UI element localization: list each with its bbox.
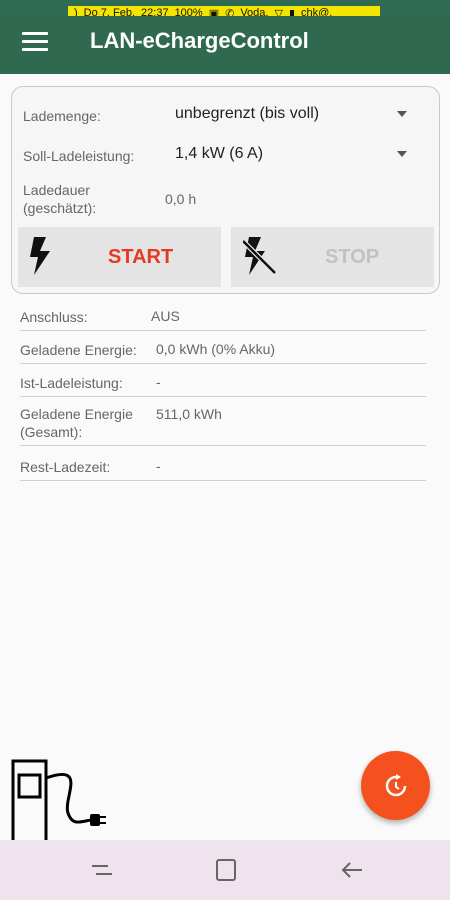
refresh-icon xyxy=(385,774,407,797)
back-icon[interactable] xyxy=(338,858,366,882)
hamburger-icon[interactable] xyxy=(22,32,48,54)
stop-label: STOP xyxy=(325,246,380,268)
power-label: Soll-Ladeleistung: xyxy=(23,148,135,164)
info-label: Geladene Energie: xyxy=(20,342,137,358)
home-icon[interactable] xyxy=(212,858,240,882)
duration-label-line2: (geschätzt): xyxy=(23,200,97,216)
info-value: AUS xyxy=(151,308,180,324)
duration-value: 0,0 h xyxy=(165,191,197,207)
dropdown-arrow-icon xyxy=(397,151,407,157)
refresh-button[interactable] xyxy=(361,751,430,820)
start-label: START xyxy=(108,246,174,268)
power-dropdown[interactable]: 1,4 kW (6 A) xyxy=(175,145,407,163)
app-title: LAN-eChargeControl xyxy=(90,28,309,53)
app-bar: LAN-eChargeControl xyxy=(0,16,450,74)
start-button[interactable]: START xyxy=(18,227,221,287)
info-label-line1: Geladene Energie xyxy=(20,406,133,422)
info-value: 0,0 kWh (0% Akku) xyxy=(156,341,276,357)
charging-station-icon xyxy=(11,759,106,842)
info-row-connection: Anschluss: AUS xyxy=(20,306,426,331)
info-row-power: Ist-Ladeleistung: - xyxy=(20,372,426,397)
info-label: Ist-Ladeleistung: xyxy=(20,375,123,391)
charge-settings-card: Lademenge: unbegrenzt (bis voll) Soll-La… xyxy=(11,86,440,294)
info-label: Anschluss: xyxy=(20,309,88,325)
info-value: - xyxy=(156,374,161,390)
power-value: 1,4 kW (6 A) xyxy=(175,145,264,162)
lightning-off-icon xyxy=(243,237,277,275)
duration-label-line1: Ladedauer xyxy=(23,182,90,198)
info-label: Rest-Ladezeit: xyxy=(20,459,111,475)
recents-icon[interactable] xyxy=(88,858,116,882)
info-label: Geladene Energie (Gesamt): xyxy=(20,405,133,441)
amount-value: unbegrenzt (bis voll) xyxy=(175,105,320,122)
info-value: - xyxy=(156,458,161,474)
info-row-energy: Geladene Energie: 0,0 kWh (0% Akku) xyxy=(20,339,426,364)
stop-button[interactable]: STOP xyxy=(231,227,434,287)
info-label-line2: (Gesamt): xyxy=(20,424,83,440)
amount-dropdown[interactable]: unbegrenzt (bis voll) xyxy=(175,105,407,123)
duration-label: Ladedauer (geschätzt): xyxy=(23,181,96,217)
info-value: 511,0 kWh xyxy=(156,406,222,422)
info-row-remaining: Rest-Ladezeit: - xyxy=(20,456,426,481)
amount-label: Lademenge: xyxy=(23,108,101,124)
system-nav-bar xyxy=(0,840,450,900)
dropdown-arrow-icon xyxy=(397,111,407,117)
info-row-energy-total: Geladene Energie (Gesamt): 511,0 kWh xyxy=(20,404,426,446)
lightning-icon xyxy=(30,237,50,275)
